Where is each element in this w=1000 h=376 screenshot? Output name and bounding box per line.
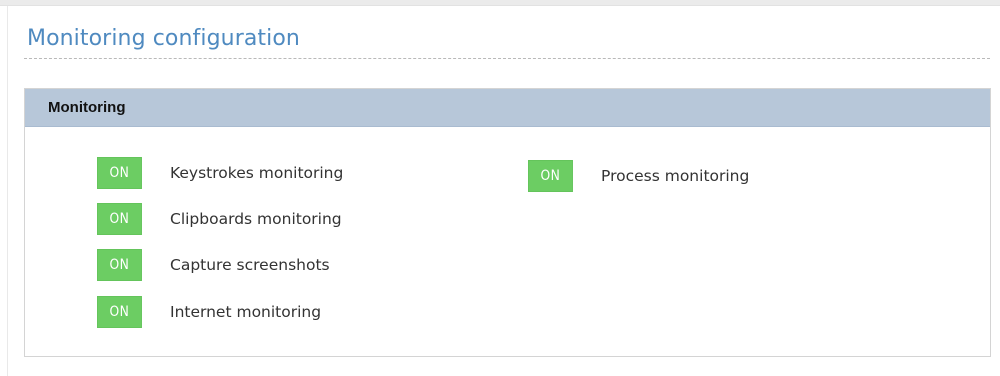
- keystrokes-monitoring-row: ON Keystrokes monitoring: [97, 157, 343, 189]
- capture-screenshots-toggle[interactable]: ON: [97, 249, 142, 281]
- title-dashed-divider: [24, 58, 990, 59]
- capture-screenshots-label: Capture screenshots: [170, 256, 330, 274]
- internet-monitoring-toggle[interactable]: ON: [97, 296, 142, 328]
- process-monitoring-row: ON Process monitoring: [528, 160, 749, 192]
- keystrokes-monitoring-toggle[interactable]: ON: [97, 157, 142, 189]
- process-monitoring-toggle[interactable]: ON: [528, 160, 573, 192]
- panel-header: Monitoring: [25, 89, 990, 127]
- capture-screenshots-row: ON Capture screenshots: [97, 249, 330, 281]
- left-divider: [0, 6, 8, 376]
- clipboards-monitoring-label: Clipboards monitoring: [170, 210, 342, 228]
- panel-title: Monitoring: [48, 99, 126, 116]
- keystrokes-monitoring-label: Keystrokes monitoring: [170, 164, 344, 182]
- process-monitoring-label: Process monitoring: [601, 167, 750, 185]
- monitoring-panel: Monitoring ON Keystrokes monitoring ON C…: [24, 88, 991, 357]
- monitoring-configuration-page: Monitoring configuration Monitoring ON K…: [0, 0, 1000, 376]
- page-title: Monitoring configuration: [27, 26, 300, 51]
- internet-monitoring-label: Internet monitoring: [170, 303, 322, 321]
- internet-monitoring-row: ON Internet monitoring: [97, 296, 321, 328]
- top-divider: [0, 0, 1000, 6]
- clipboards-monitoring-row: ON Clipboards monitoring: [97, 203, 342, 235]
- clipboards-monitoring-toggle[interactable]: ON: [97, 203, 142, 235]
